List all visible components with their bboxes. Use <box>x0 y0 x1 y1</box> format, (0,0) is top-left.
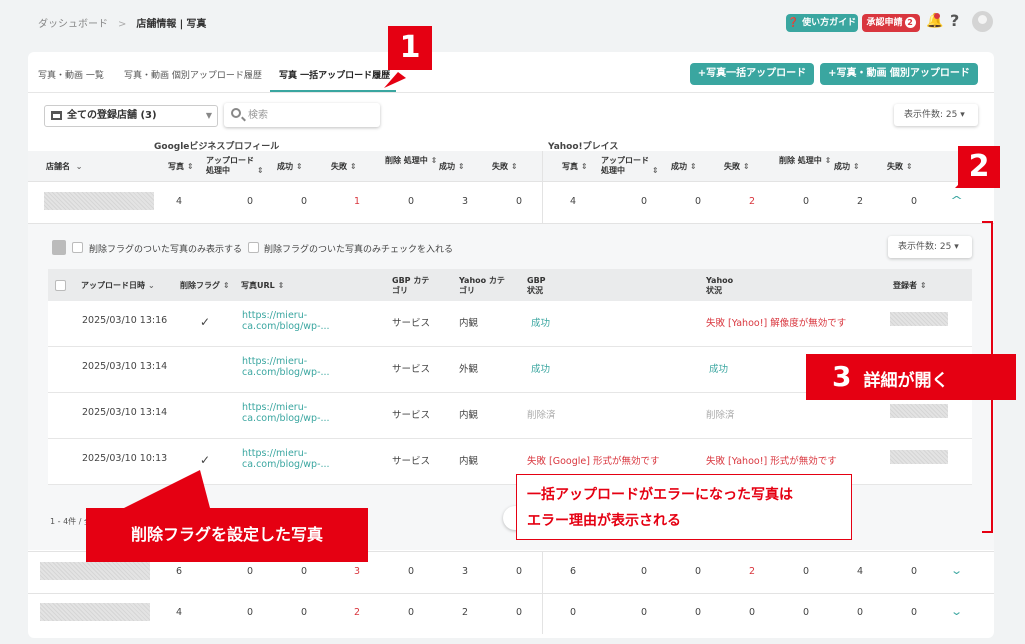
annotation-error-note-line2: エラー理由が表示される <box>527 513 681 529</box>
callout-arrow-1 <box>384 72 406 88</box>
annotation-detail-open: 3 詳細が開く <box>806 354 1016 400</box>
annotation-number-3: 3 <box>832 360 852 393</box>
annotation-error-note-line1: 一括アップロードがエラーになった写真は <box>527 487 793 503</box>
annotation-number-2: 2 <box>958 146 1000 188</box>
callout-arrow-flag <box>124 470 210 508</box>
annotation-number-1: 1 <box>388 26 432 70</box>
annotation-detail-open-text: 詳細が開く <box>863 371 949 391</box>
annotation-error-note: 一括アップロードがエラーになった写真は エラー理由が表示される <box>516 474 852 540</box>
annotation-flag-note: 削除フラグを設定した写真 <box>86 508 368 562</box>
